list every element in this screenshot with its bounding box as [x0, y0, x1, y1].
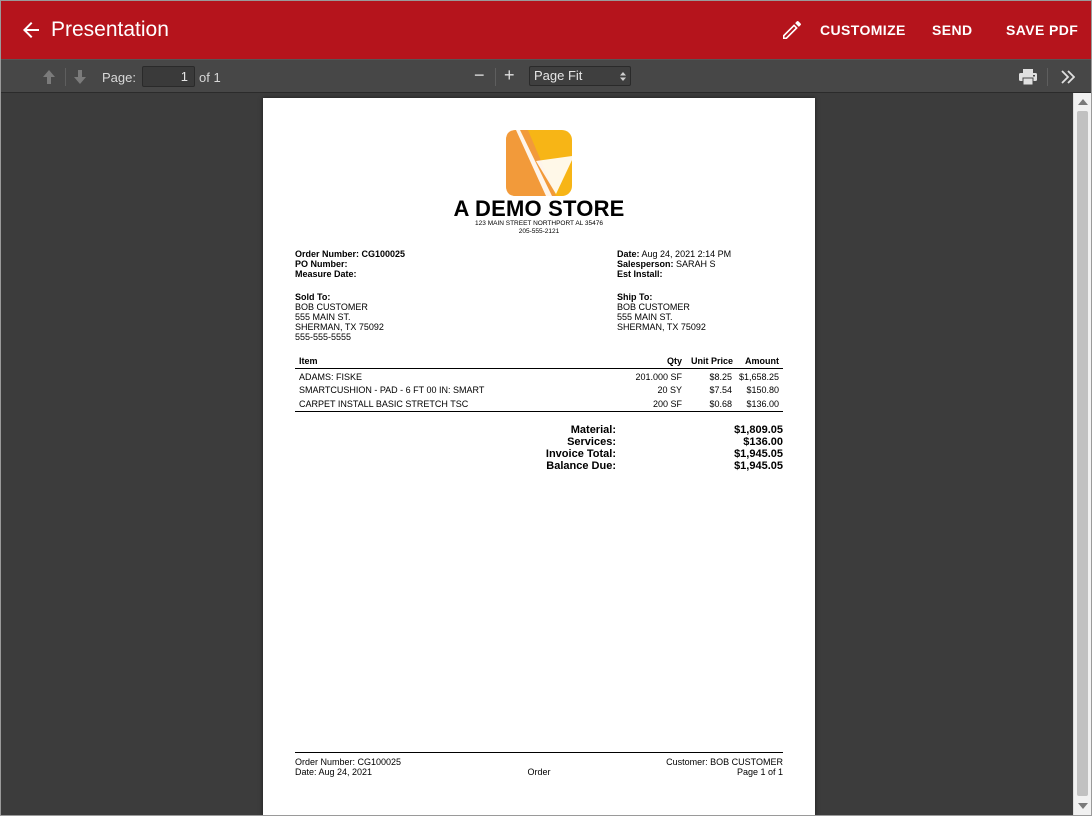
po-number-label: PO Number:	[295, 259, 348, 269]
pdf-page: A DEMO STORE 123 MAIN STREET NORTHPORT A…	[263, 98, 815, 815]
next-page-icon[interactable]	[72, 69, 88, 85]
vertical-scrollbar[interactable]	[1073, 93, 1091, 815]
order-number-row: Order Number: CG100025	[295, 249, 406, 259]
app-window: Presentation CUSTOMIZE SEND SAVE PDF Pag…	[0, 0, 1092, 816]
date-row: Date: Aug 24, 2021 2:14 PM	[617, 249, 732, 259]
sold-to-label: Sold To:	[295, 292, 331, 302]
scrollbar-thumb[interactable]	[1077, 111, 1088, 796]
customize-button[interactable]: CUSTOMIZE	[820, 22, 906, 38]
scroll-down-icon[interactable]	[1078, 803, 1088, 809]
footer-order-number: Order Number: CG100025	[295, 757, 402, 767]
sold-to-line: BOB CUSTOMER	[295, 302, 368, 312]
ship-to-line: BOB CUSTOMER	[617, 302, 690, 312]
sold-to-line: 555 MAIN ST.	[295, 312, 351, 322]
est-install-label: Est Install:	[617, 269, 663, 279]
sold-to-line: SHERMAN, TX 75092	[295, 322, 384, 332]
page-label: Page:	[102, 70, 136, 85]
table-header-rule	[295, 368, 783, 369]
salesperson-row: Salesperson: SARAH S	[617, 259, 716, 269]
zoom-out-button[interactable]: −	[474, 65, 485, 86]
ship-to-line: 555 MAIN ST.	[617, 312, 673, 322]
ship-to-label: Ship To:	[617, 292, 653, 302]
table-bottom-rule	[295, 411, 783, 412]
page-number-input[interactable]: 1	[142, 66, 195, 87]
print-icon[interactable]	[1019, 69, 1037, 85]
sold-to-line: 555-555-5555	[295, 332, 352, 342]
pdf-toolbar: Page: 1 of 1 − + Page Fit	[1, 59, 1091, 93]
footer-customer: Customer: BOB CUSTOMER	[666, 757, 783, 767]
invoice-total-value: $1,945.05	[734, 448, 783, 460]
previous-page-icon[interactable]	[41, 69, 57, 85]
ship-to-line: SHERMAN, TX 75092	[617, 322, 706, 332]
store-logo	[506, 130, 572, 196]
store-name: A DEMO STORE	[453, 196, 625, 221]
invoice-total-label: Invoice Total:	[545, 448, 616, 460]
page-count: of 1	[199, 70, 221, 85]
store-address: 123 MAIN STREET NORTHPORT AL 35476	[475, 220, 603, 227]
double-chevron-right-icon[interactable]	[1061, 70, 1075, 84]
pencil-icon[interactable]	[780, 18, 804, 42]
store-phone: 205-555-2121	[518, 228, 560, 235]
scroll-up-icon[interactable]	[1078, 99, 1088, 105]
material-label: Material:	[570, 424, 616, 436]
services-label: Services:	[567, 436, 616, 448]
zoom-select-value: Page Fit	[534, 68, 583, 83]
services-value: $136.00	[743, 436, 783, 448]
material-value: $1,809.05	[734, 424, 783, 436]
back-arrow-icon[interactable]	[19, 18, 43, 42]
zoom-select[interactable]: Page Fit	[529, 66, 631, 86]
balance-due-value: $1,945.05	[734, 460, 783, 472]
page-title: Presentation	[51, 18, 169, 41]
col-amount: Amount	[745, 356, 779, 366]
col-qty: Qty	[666, 356, 682, 366]
col-unit-price: Unit Price	[690, 356, 733, 366]
col-item: Item	[299, 356, 318, 366]
select-arrows-icon	[620, 72, 626, 81]
balance-due-label: Balance Due:	[546, 460, 616, 472]
save-pdf-button[interactable]: SAVE PDF	[1006, 22, 1078, 38]
footer-rule	[295, 752, 783, 753]
app-header: Presentation CUSTOMIZE SEND SAVE PDF	[1, 1, 1091, 59]
footer-page: Page 1 of 1	[736, 767, 783, 777]
zoom-in-button[interactable]: +	[504, 65, 515, 86]
measure-date-label: Measure Date:	[295, 269, 357, 279]
send-button[interactable]: SEND	[932, 22, 973, 38]
